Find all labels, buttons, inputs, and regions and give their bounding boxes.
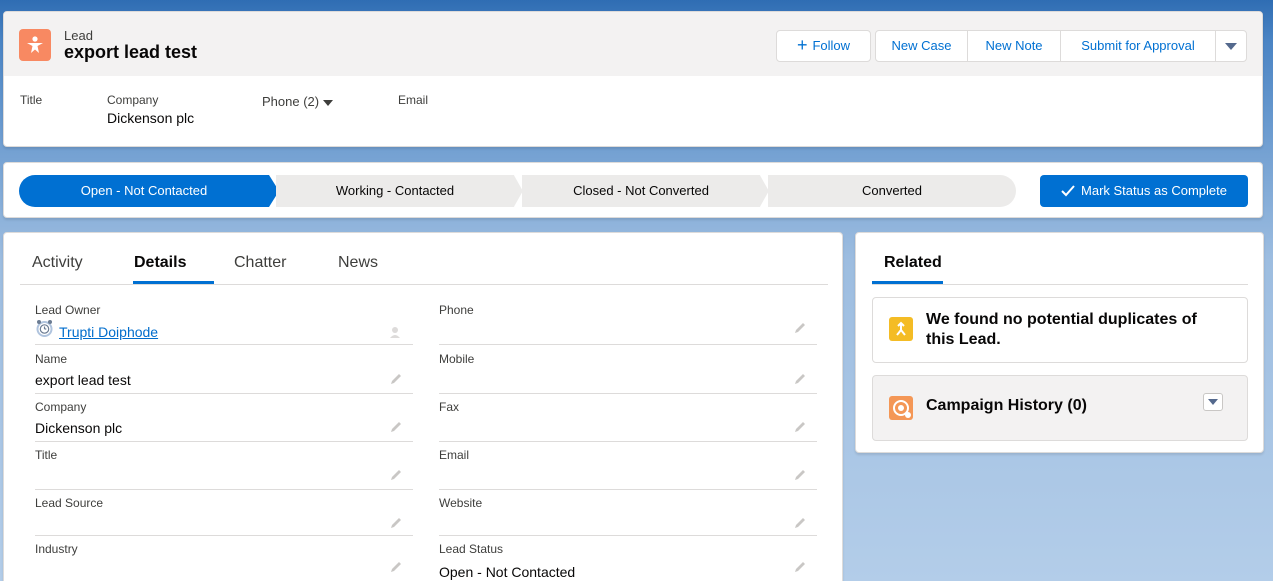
tab-related[interactable]: Related [884,254,942,272]
campaign-history-card: Campaign History (0) [872,375,1248,441]
field-label: Industry [35,542,78,556]
record-header-top: Lead export lead test + Follow New Case N… [4,12,1262,76]
chevron-down-icon [1225,43,1237,51]
related-panel: Related We found no potential duplicates… [855,232,1264,453]
header-phone-dropdown[interactable]: Phone (2) [262,94,334,109]
campaign-history-title[interactable]: Campaign History (0) [926,397,1087,415]
edit-pencil-icon[interactable] [389,468,403,482]
campaign-target-icon [889,396,913,420]
active-tab-indicator [133,281,214,284]
mark-status-complete-button[interactable]: Mark Status as Complete [1040,175,1248,207]
field-industry: Industry [35,542,413,581]
mark-status-complete-label: Mark Status as Complete [1081,183,1227,198]
lead-icon [19,29,51,61]
field-lead-source: Lead Source [35,496,413,536]
follow-button[interactable]: + Follow [776,30,871,62]
field-label: Fax [439,400,460,414]
field-label: Website [439,496,483,510]
path-stage-closed[interactable]: Closed - Not Converted [522,175,760,207]
header-title-label: Title [20,93,43,107]
edit-pencil-icon[interactable] [389,516,403,530]
tab-activity[interactable]: Activity [32,254,83,272]
field-lead-owner: Lead Owner Trupti Doiphode [35,303,413,345]
lead-owner-link[interactable]: Trupti Doiphode [59,324,158,340]
edit-pencil-icon[interactable] [793,321,807,335]
field-mobile: Mobile [439,352,817,394]
field-label: Phone [439,303,474,317]
field-value: Open - Not Contacted [439,564,576,580]
header-company-value: Dickenson plc [107,110,195,126]
change-owner-icon[interactable] [389,325,403,339]
tab-chatter[interactable]: Chatter [234,254,286,272]
follow-label: Follow [812,38,851,53]
field-label: Lead Source [35,496,104,510]
more-actions-button[interactable] [1215,30,1247,62]
edit-pencil-icon[interactable] [793,468,807,482]
edit-pencil-icon[interactable] [793,420,807,434]
path-stage-open[interactable]: Open - Not Contacted [19,175,269,207]
caret-down-icon [323,99,334,106]
field-email: Email [439,448,817,490]
submit-for-approval-button[interactable]: Submit for Approval [1060,30,1216,62]
field-fax: Fax [439,400,817,442]
tab-news[interactable]: News [338,254,378,272]
field-label: Company [35,400,87,414]
edit-pencil-icon[interactable] [793,372,807,386]
field-name: Name export lead test [35,352,413,394]
campaign-history-menu-button[interactable] [1203,393,1223,411]
user-avatar-icon [36,320,53,337]
edit-pencil-icon[interactable] [793,560,807,574]
header-company-label: Company [107,93,159,107]
field-label: Mobile [439,352,475,366]
edit-pencil-icon[interactable] [389,372,403,386]
path-stage-converted[interactable]: Converted [768,175,1016,207]
status-path: Open - Not Contacted Working - Contacted… [3,162,1263,218]
field-phone: Phone [439,303,817,345]
record-tabs: Activity Details Chatter News [20,233,828,285]
field-label: Lead Status [439,542,504,556]
tab-details[interactable]: Details [134,254,186,272]
field-website: Website [439,496,817,536]
record-name: export lead test [64,42,198,62]
related-tabs: Related [872,233,1248,285]
details-panel: Activity Details Chatter News Lead Owner… [3,232,843,581]
new-note-button[interactable]: New Note [967,30,1061,62]
field-lead-status: Lead Status Open - Not Contacted [439,542,817,581]
field-value: Dickenson plc [35,420,123,436]
header-phone-label: Phone (2) [262,94,320,109]
duplicate-merge-icon [889,317,913,341]
new-case-button[interactable]: New Case [875,30,968,62]
field-label: Name [35,352,68,366]
field-title: Title [35,448,413,490]
field-label: Email [439,448,470,462]
path-stage-working[interactable]: Working - Contacted [276,175,514,207]
field-value: export lead test [35,372,131,388]
object-label: Lead [64,28,93,43]
edit-pencil-icon[interactable] [793,516,807,530]
duplicates-message: We found no potential duplicates of this… [926,311,1197,348]
check-icon [1061,184,1075,197]
header-email-label: Email [398,93,429,107]
edit-pencil-icon[interactable] [389,560,403,574]
duplicates-card: We found no potential duplicates of this… [872,297,1248,363]
chevron-down-icon [1208,399,1218,405]
field-company: Company Dickenson plc [35,400,413,442]
field-label: Lead Owner [35,303,101,317]
edit-pencil-icon[interactable] [389,420,403,434]
record-header: Lead export lead test + Follow New Case N… [3,11,1263,147]
active-tab-indicator [872,281,943,284]
plus-icon: + [796,35,808,55]
field-label: Title [35,448,58,462]
